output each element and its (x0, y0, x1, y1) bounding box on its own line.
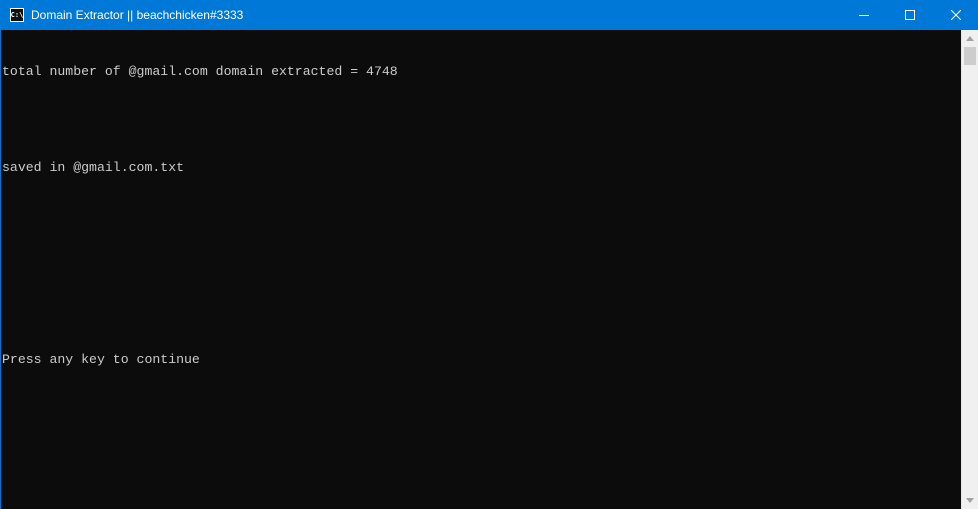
console-line: saved in @gmail.com.txt (2, 160, 185, 175)
console-window: C:\ Domain Extractor || beachchicken#333… (0, 0, 978, 509)
vertical-scrollbar[interactable] (961, 30, 978, 509)
window-controls (841, 0, 978, 30)
scroll-up-button[interactable] (962, 30, 978, 47)
scroll-up-arrow-icon (966, 36, 974, 41)
console-line: Press any key to continue (2, 352, 200, 367)
title-bar[interactable]: C:\ Domain Extractor || beachchicken#333… (1, 0, 978, 30)
scrollbar-thumb[interactable] (964, 47, 976, 65)
close-icon (951, 10, 961, 20)
maximize-icon (905, 10, 915, 20)
minimize-icon (859, 15, 869, 16)
minimize-button[interactable] (841, 0, 887, 30)
window-title: Domain Extractor || beachchicken#3333 (31, 8, 244, 22)
console-output[interactable]: total number of @gmail.com domain extrac… (2, 30, 962, 509)
scroll-down-button[interactable] (962, 492, 978, 509)
maximize-button[interactable] (887, 0, 933, 30)
close-button[interactable] (933, 0, 978, 30)
console-line: total number of @gmail.com domain extrac… (2, 64, 398, 79)
scroll-down-arrow-icon (966, 498, 974, 503)
console-app-icon[interactable]: C:\ (10, 8, 24, 22)
